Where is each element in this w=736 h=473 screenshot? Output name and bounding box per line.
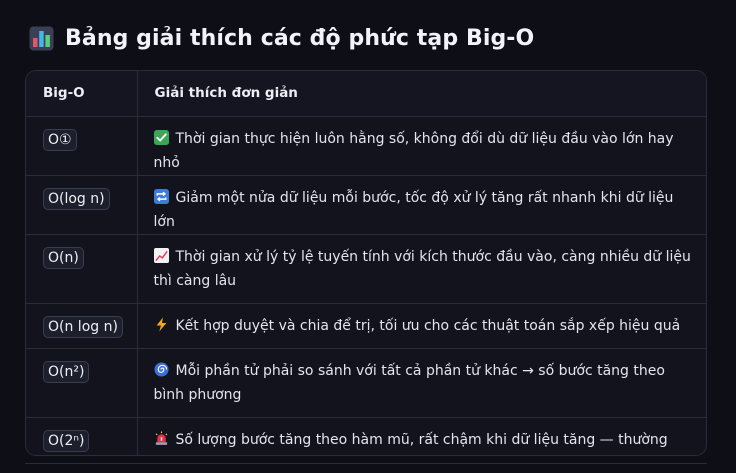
explanation-text: Giảm một nửa dữ liệu mỗi bước, tốc độ xử… <box>153 189 674 230</box>
explanation-text: Thời gian thực hiện luôn hằng số, không … <box>153 130 674 171</box>
lightning-icon <box>156 316 166 332</box>
cyclone-icon <box>153 361 169 377</box>
explanation-cell: Số lượng bước tăng theo hàm mũ, rất chậm… <box>136 417 706 455</box>
chart-increasing-icon <box>153 247 169 263</box>
big-o-cell: O(2ⁿ) <box>26 417 137 455</box>
repeat-icon <box>153 188 169 204</box>
big-o-cell: O① <box>26 116 137 176</box>
big-o-code: O(2ⁿ) <box>43 429 90 452</box>
explanation-cell: Kết hợp duyệt và chia để trị, tối ưu cho… <box>136 303 706 349</box>
table-header-row: Big-O Giải thích đơn giản <box>26 71 706 117</box>
divider <box>25 463 707 464</box>
big-o-code: O(n²) <box>43 360 90 383</box>
explanation-text: Thời gian xử lý tỷ lệ tuyến tính với kíc… <box>153 248 691 289</box>
explanation-cell: Thời gian xử lý tỷ lệ tuyến tính với kíc… <box>136 234 706 304</box>
table-row: O(2ⁿ) Số lượng bước tăng theo hàm mũ, rấ… <box>26 417 706 455</box>
check-mark-icon <box>153 129 169 145</box>
explanation-cell: Thời gian thực hiện luôn hằng số, không … <box>136 116 706 176</box>
big-o-cell: O(log n) <box>26 175 137 235</box>
big-o-code: O(n log n) <box>43 315 123 338</box>
big-o-code: O(n) <box>43 246 84 269</box>
table-row: O① Thời gian thực hiện luôn hằng số, khô… <box>26 116 706 176</box>
explanation-text: Số lượng bước tăng theo hàm mũ, rất chậm… <box>175 431 668 448</box>
explanation-text: Kết hợp duyệt và chia để trị, tối ưu cho… <box>175 317 681 334</box>
siren-icon <box>155 430 167 445</box>
table-row: O(log n) Giảm một nửa dữ liệu mỗi bước, … <box>26 175 706 235</box>
table-row: O(n²) Mỗi phần tử phải so sánh với tất c… <box>26 348 706 418</box>
page-title: Bảng giải thích các độ phức tạp Big-O <box>29 20 534 56</box>
table-row: O(n) Thời gian xử lý tỷ lệ tuyến tính vớ… <box>26 234 706 304</box>
big-o-code: O(log n) <box>43 187 110 210</box>
page-title-text: Bảng giải thích các độ phức tạp Big-O <box>65 25 535 51</box>
column-header-big-o: Big-O <box>26 71 137 117</box>
big-o-cell: O(n log n) <box>26 303 137 349</box>
column-header-explanation: Giải thích đơn giản <box>136 71 706 117</box>
table-row: O(n log n) Kết hợp duyệt và chia để trị,… <box>26 303 706 349</box>
big-o-cell: O(n) <box>26 234 137 304</box>
big-o-cell: O(n²) <box>26 348 137 418</box>
big-o-code: O① <box>43 128 77 151</box>
explanation-text: Mỗi phần tử phải so sánh với tất cả phần… <box>153 362 665 403</box>
explanation-cell: Mỗi phần tử phải so sánh với tất cả phần… <box>136 348 706 418</box>
big-o-table: Big-O Giải thích đơn giản O① Thời gian t… <box>25 70 707 456</box>
bar-chart-icon <box>29 26 54 50</box>
explanation-cell: Giảm một nửa dữ liệu mỗi bước, tốc độ xử… <box>136 175 706 235</box>
